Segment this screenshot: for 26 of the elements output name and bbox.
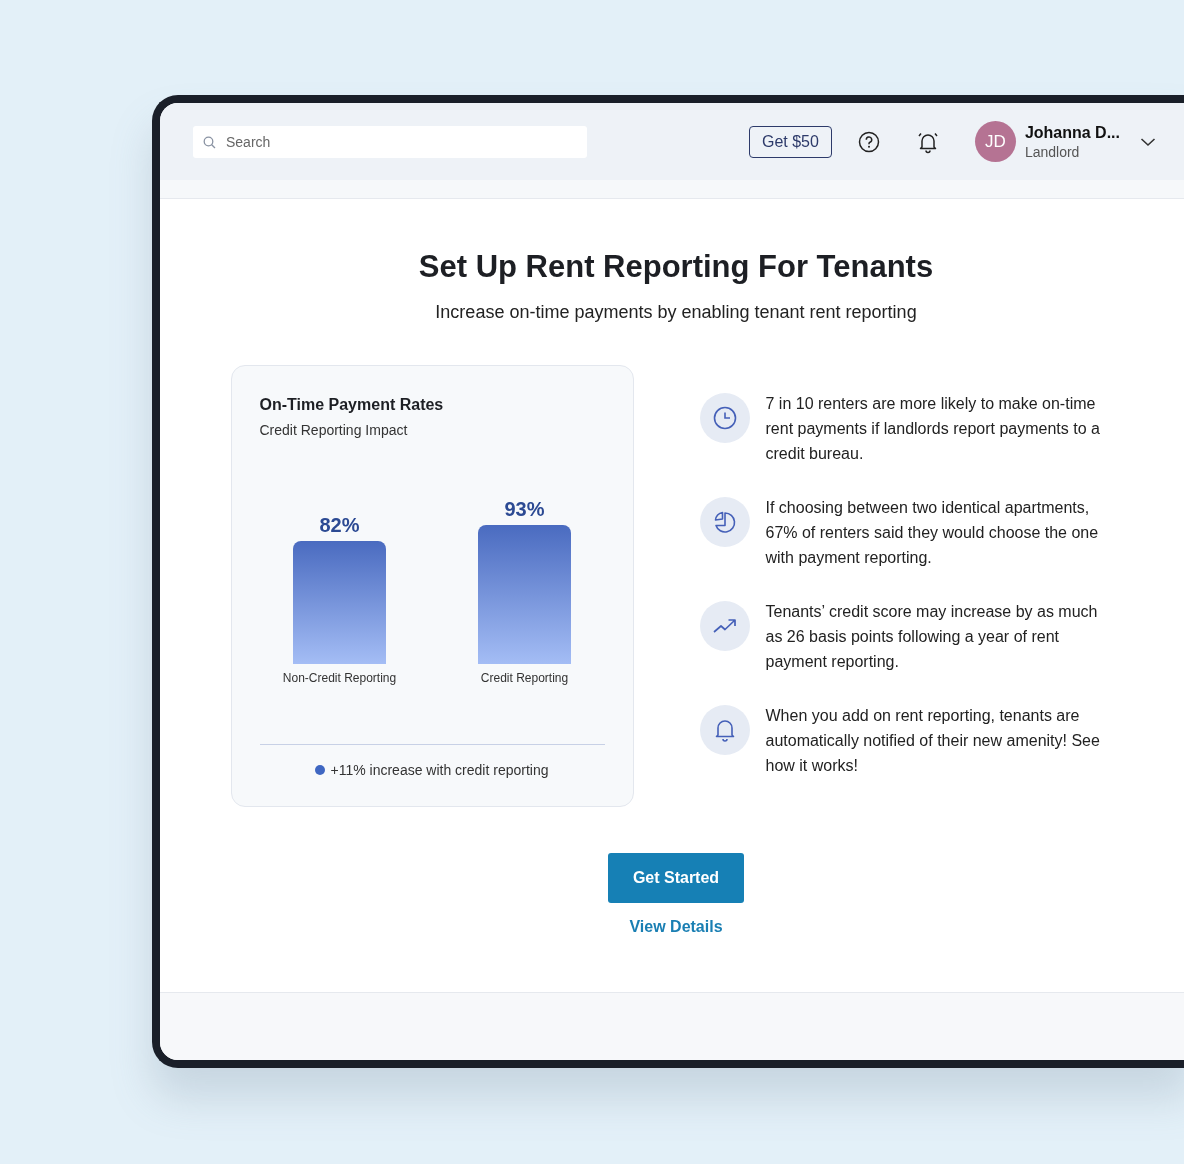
user-name: Johanna D...	[1024, 123, 1120, 142]
trending-up-icon	[699, 601, 750, 651]
user-role: Landlord	[1024, 143, 1081, 160]
value-label: 93%	[504, 497, 545, 521]
search-field[interactable]: Search	[193, 125, 587, 158]
view-details-link[interactable]: View Details	[629, 918, 723, 936]
page-subtitle: Increase on-time payments by enabling tenant rent reporting	[435, 302, 917, 323]
category-label: Non-Credit Reporting	[282, 671, 397, 685]
card-title: On-Time Payment Rates	[259, 396, 445, 414]
promo-button[interactable]: Get $50	[748, 125, 832, 158]
category-label: Credit Reporting	[480, 671, 569, 685]
help-icon[interactable]	[857, 130, 880, 153]
fact-text: When you add on rent reporting, tenants are automatically notified of their new amenity! See how it works!	[765, 706, 1101, 776]
chevron-down-icon[interactable]	[1140, 136, 1156, 147]
fact-text: 7 in 10 renters are more likely to make on-time rent payments if landlords report payments to a credit bureau.	[765, 394, 1101, 464]
clock-icon	[699, 393, 750, 443]
value-label: 82%	[319, 514, 360, 537]
user-avatar[interactable]: JD	[974, 121, 1016, 162]
fact-text: If choosing between two identical apartments, 67% of renters said they would choose the one with payment reporting.	[765, 498, 1100, 568]
fact-text: Tenants’ credit score may increase by as much as 26 basis points following a year of rent payment reporting.	[765, 602, 1099, 672]
card-subtitle: Credit Reporting Impact	[259, 422, 409, 438]
page-title: Set Up Rent Reporting For Tenants	[418, 249, 934, 285]
get-started-button[interactable]: Get Started	[607, 853, 745, 903]
bell-icon	[699, 705, 750, 755]
legend-text: +11% increase with credit reporting	[330, 762, 549, 778]
pie-chart-icon	[699, 497, 750, 547]
